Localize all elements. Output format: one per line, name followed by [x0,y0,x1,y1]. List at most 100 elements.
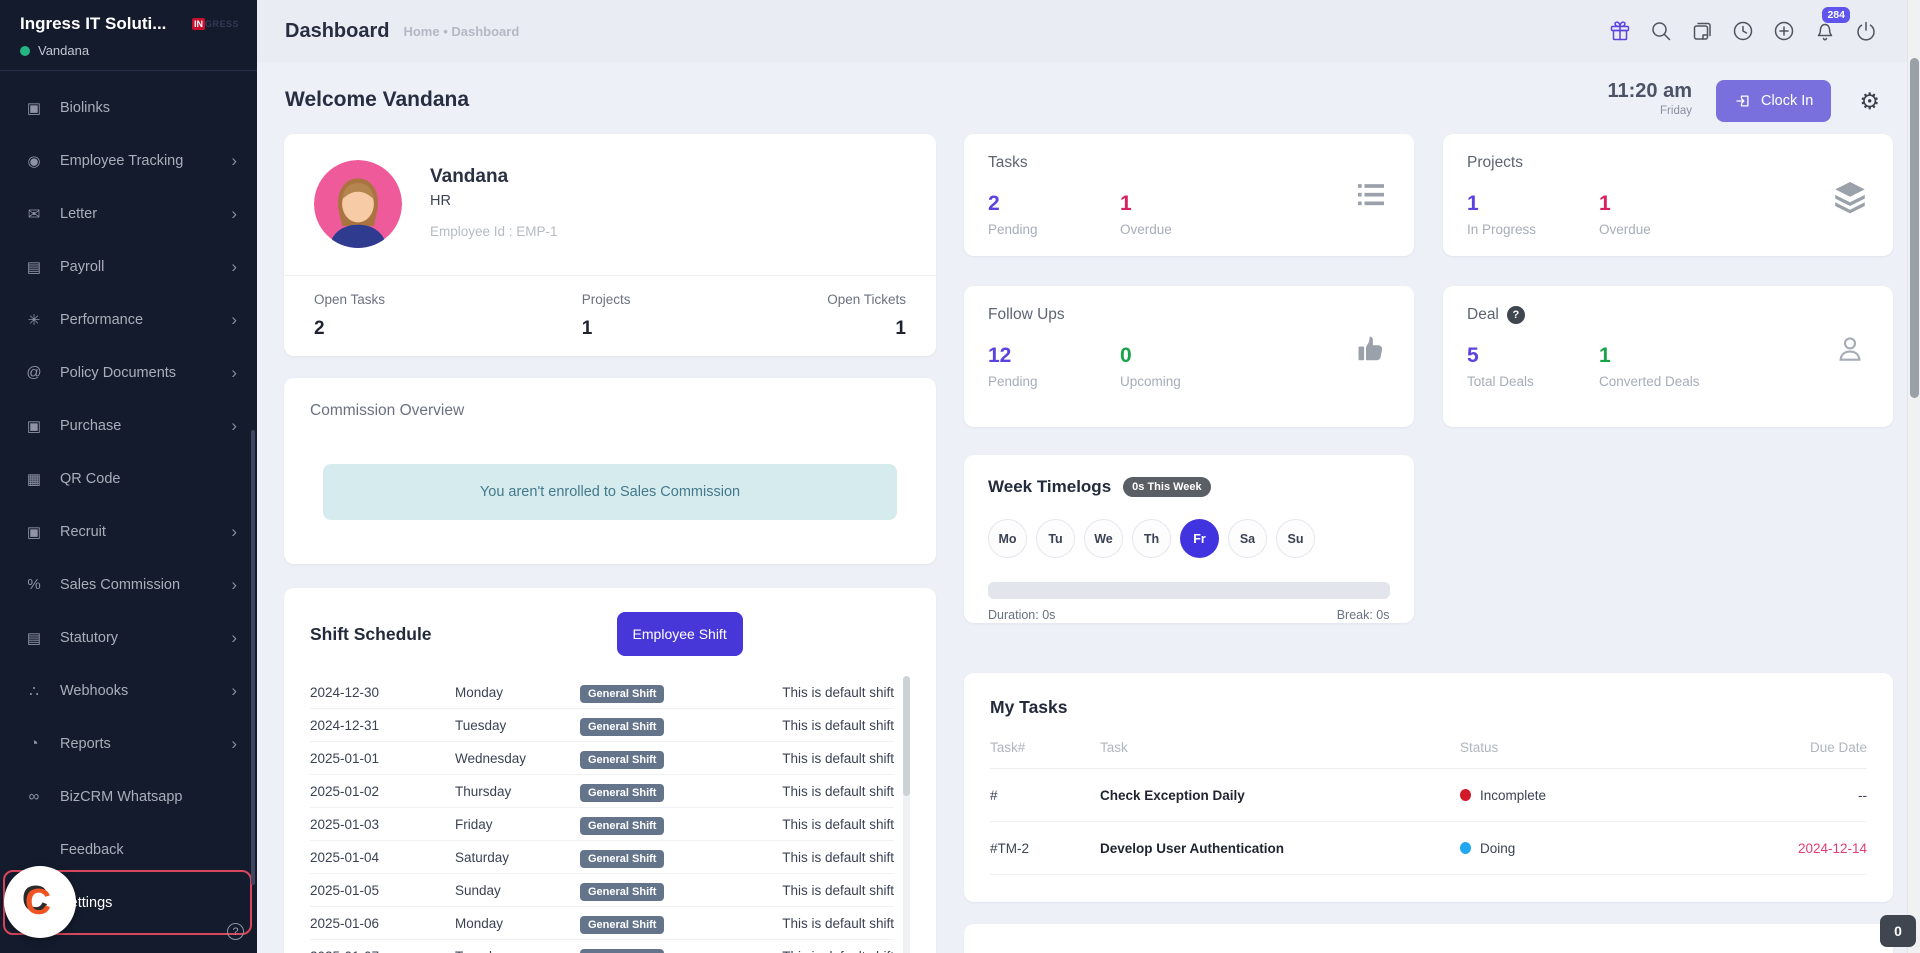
sidebar-item-label: Performance [60,312,143,328]
sidebar-item[interactable]: ▣ Purchase › [0,399,257,452]
page-scrollbar-thumb[interactable] [1910,58,1919,398]
sidebar-item-label: Purchase [60,418,121,434]
sidebar-item[interactable]: ▣ Recruit › [0,505,257,558]
sidebar-item-label: Feedback [60,842,124,858]
sidebar-item[interactable]: ✳ Performance › [0,293,257,346]
shift-day: Monday [455,685,580,700]
stat-value: 12 [988,344,1080,368]
day-pill[interactable]: Sa [1228,519,1267,558]
stat: 5 Total Deals [1467,344,1559,389]
shift-note: This is default shift [780,883,894,898]
bizcrm-logo[interactable]: CC [4,866,76,938]
shift-note: This is default shift [780,751,894,766]
next-card-partial [964,924,1893,953]
employee-shift-button[interactable]: Employee Shift [617,612,743,656]
percent-icon: % [24,576,44,593]
search-icon[interactable] [1649,19,1673,43]
shift-type-badge: General Shift [580,784,664,802]
stat: 1 Overdue [1120,192,1212,237]
shift-type-badge: General Shift [580,883,664,901]
day-pill[interactable]: Su [1276,519,1315,558]
bell-icon[interactable]: 284 [1813,19,1837,43]
day-pill[interactable]: Fr [1180,519,1219,558]
sidebar-item[interactable]: ✉ Letter › [0,187,257,240]
shift-type-badge: General Shift [580,949,664,953]
shift-date: 2024-12-30 [310,685,455,700]
question-mark-icon[interactable]: ? [1507,306,1525,324]
topbar-icons: 284 [1608,19,1878,43]
sidebar-header: Ingress IT Soluti... Vandana INGRESS [0,0,257,71]
day-pill[interactable]: Tu [1036,519,1075,558]
deal-card-title: Deal [1467,306,1499,324]
col-due-date: Due Date [1747,740,1867,755]
sidebar-item[interactable]: ▤ Statutory › [0,611,257,664]
day-pill[interactable]: Th [1132,519,1171,558]
notes-icon[interactable] [1690,19,1714,43]
sidebar-item-label: Payroll [60,259,104,275]
recruit-icon: ▣ [24,523,44,541]
stat-label: Upcoming [1120,374,1212,389]
task-row[interactable]: # Check Exception Daily Incomplete -- [990,769,1867,822]
avatar [314,160,402,248]
shift-day: Sunday [455,883,580,898]
pie-chart-icon: ◔ [24,735,44,752]
task-name: Develop User Authentication [1100,841,1460,856]
tasks-card: Tasks 2 Pending [964,134,1414,256]
shift-table-scrollbar-thumb[interactable] [903,676,910,796]
sidebar-item-label: Sales Commission [60,577,180,593]
shift-day: Tuesday [455,718,580,733]
shift-date: 2024-12-31 [310,718,455,733]
projects-card: Projects 1 In Progress [1443,134,1893,256]
shift-type-badge: General Shift [580,718,664,736]
sidebar-item[interactable]: ▦ QR Code › [0,452,257,505]
gift-icon[interactable] [1608,19,1632,43]
stat: 1 Converted Deals [1599,344,1700,389]
shift-table: 2024-12-30 Monday General Shift This is … [310,676,910,953]
profile-role: HR [430,193,558,209]
sidebar-item[interactable]: ∴ Webhooks › [0,664,257,717]
my-tasks-header: Task# Task Status Due Date [990,740,1867,769]
week-timelogs-title: Week Timelogs [988,477,1111,497]
profile-employee-id: Employee Id : EMP-1 [430,224,558,239]
content-columns: Vandana HR Employee Id : EMP-1 Open Task… [257,134,1920,953]
profile-stat-value: 1 [827,318,906,340]
chevron-right-icon: › [231,576,237,593]
sidebar-scrollbar[interactable] [251,430,255,885]
help-icon[interactable]: ? [227,923,244,940]
day-pill[interactable]: Mo [988,519,1027,558]
chevron-right-icon: › [231,629,237,646]
sidebar-item[interactable]: ◉ Employee Tracking › [0,134,257,187]
profile-stats: Open Tasks 2 Projects 1 Open Tickets [284,276,936,356]
stat: 2 Pending [988,192,1080,237]
power-icon[interactable] [1854,19,1878,43]
sidebar-item[interactable]: ◔ Reports › [0,717,257,770]
sidebar-item[interactable]: ▤ Payroll › [0,240,257,293]
break-label: Break: 0s [1337,608,1390,622]
col-status: Status [1460,740,1747,755]
sidebar-item[interactable]: ∞ BizCRM Whatsapp › [0,770,257,823]
sidebar-item[interactable]: @ Policy Documents › [0,346,257,399]
week-timelogs-card: Week Timelogs 0s This Week Mo Tu We Th [964,455,1414,623]
stat-value: 1 [1467,192,1559,216]
day-pill[interactable]: We [1084,519,1123,558]
task-status: Incomplete [1480,788,1546,803]
clock-icon[interactable] [1731,19,1755,43]
profile-stat-label: Projects [582,292,631,307]
profile-stat: Open Tasks 2 [314,292,385,340]
shift-row: 2024-12-30 Monday General Shift This is … [310,676,894,709]
plus-circle-icon[interactable] [1772,19,1796,43]
sidebar-item[interactable]: ▣ Biolinks › [0,81,257,134]
task-id: #TM-2 [990,841,1100,856]
chevron-right-icon: › [231,152,237,169]
clock-in-button[interactable]: Clock In [1716,80,1831,122]
commission-overview-card: Commission Overview You aren't enrolled … [284,378,936,564]
stat-label: Converted Deals [1599,374,1700,389]
task-row[interactable]: #TM-2 Develop User Authentication Doing … [990,822,1867,875]
sidebar-item[interactable]: % Sales Commission › [0,558,257,611]
shift-type-badge: General Shift [580,751,664,769]
online-status-dot [20,46,30,56]
shift-row: 2025-01-02 Thursday General Shift This i… [310,775,894,808]
chevron-right-icon: › [231,258,237,275]
dashboard-settings-gear-icon[interactable]: ⚙ [1859,80,1880,115]
corner-counter-badge[interactable]: 0 [1880,915,1916,947]
